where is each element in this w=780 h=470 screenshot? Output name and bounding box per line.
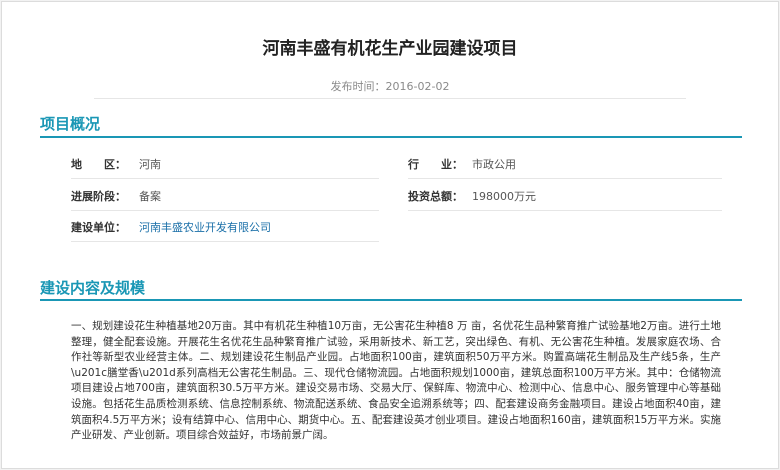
builder-field: 建设单位： 河南丰盛农业开发有限公司: [71, 218, 379, 242]
investment-value: 198000万元: [472, 190, 536, 203]
stage-label: 进展阶段：: [71, 190, 126, 203]
stage-field: 进展阶段： 备案: [71, 187, 379, 211]
region-field: 地 区： 河南: [71, 155, 379, 179]
field-divider: [71, 210, 379, 211]
stage-value: 备案: [139, 190, 161, 203]
scope-divider: [40, 299, 742, 301]
industry-value: 市政公用: [472, 158, 516, 171]
scope-heading: 建设内容及规模: [40, 279, 146, 297]
publish-time: 发布时间：2016-02-02: [330, 80, 450, 93]
industry-field: 行 业： 市政公用: [408, 155, 722, 179]
article-title: 河南丰盛有机花生产业园建设项目: [262, 39, 518, 59]
scope-description: 一、规划建设花生种植基地20万亩。其中有机花生种植10万亩，无公害花生种植8 万…: [71, 320, 721, 442]
investment-label: 投资总额：: [408, 190, 463, 203]
title-divider: [94, 98, 686, 99]
field-divider: [408, 178, 722, 179]
field-divider: [71, 241, 379, 242]
field-divider: [71, 178, 379, 179]
overview-divider: [40, 136, 742, 138]
builder-label: 建设单位：: [71, 221, 126, 234]
article-page: 河南丰盛有机花生产业园建设项目 发布时间：2016-02-02 项目概况 地 区…: [1, 1, 779, 469]
builder-link[interactable]: 河南丰盛农业开发有限公司: [139, 218, 271, 238]
investment-field: 投资总额： 198000万元: [408, 187, 722, 211]
region-value: 河南: [139, 158, 161, 171]
overview-heading: 项目概况: [40, 115, 101, 133]
industry-label: 行 业：: [408, 158, 463, 171]
region-label: 地 区：: [71, 158, 126, 171]
field-divider: [408, 210, 722, 211]
